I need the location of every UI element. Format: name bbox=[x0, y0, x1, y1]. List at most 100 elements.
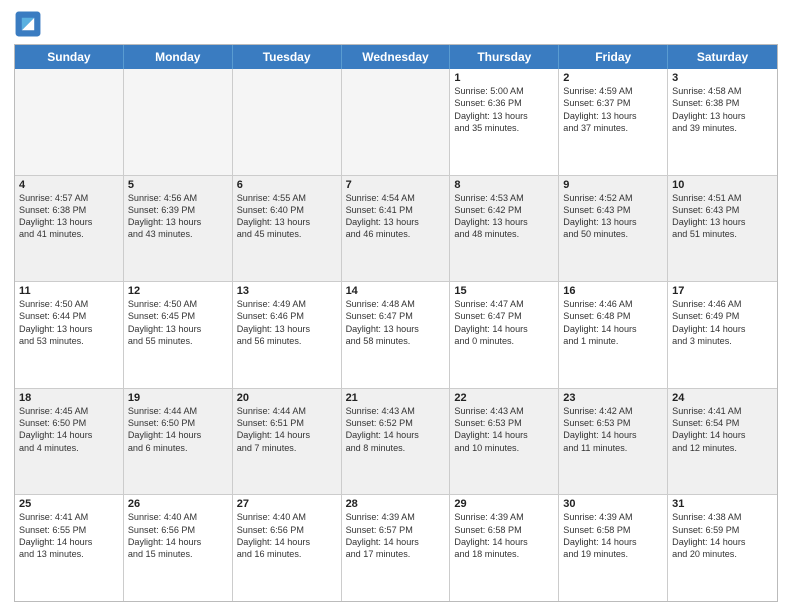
day-number: 23 bbox=[563, 392, 663, 404]
day-info: Sunrise: 4:50 AM Sunset: 6:45 PM Dayligh… bbox=[128, 298, 228, 347]
calendar-cell: 24Sunrise: 4:41 AM Sunset: 6:54 PM Dayli… bbox=[668, 389, 777, 495]
day-number: 6 bbox=[237, 179, 337, 191]
day-number: 13 bbox=[237, 285, 337, 297]
calendar-cell: 10Sunrise: 4:51 AM Sunset: 6:43 PM Dayli… bbox=[668, 176, 777, 282]
day-number: 20 bbox=[237, 392, 337, 404]
calendar-cell: 12Sunrise: 4:50 AM Sunset: 6:45 PM Dayli… bbox=[124, 282, 233, 388]
day-number: 11 bbox=[19, 285, 119, 297]
day-number: 8 bbox=[454, 179, 554, 191]
header-day-sunday: Sunday bbox=[15, 45, 124, 69]
calendar-cell: 22Sunrise: 4:43 AM Sunset: 6:53 PM Dayli… bbox=[450, 389, 559, 495]
calendar-cell: 9Sunrise: 4:52 AM Sunset: 6:43 PM Daylig… bbox=[559, 176, 668, 282]
day-info: Sunrise: 4:43 AM Sunset: 6:52 PM Dayligh… bbox=[346, 405, 446, 454]
day-info: Sunrise: 4:49 AM Sunset: 6:46 PM Dayligh… bbox=[237, 298, 337, 347]
day-number: 15 bbox=[454, 285, 554, 297]
header-day-monday: Monday bbox=[124, 45, 233, 69]
day-number: 22 bbox=[454, 392, 554, 404]
day-number: 29 bbox=[454, 498, 554, 510]
day-info: Sunrise: 4:41 AM Sunset: 6:54 PM Dayligh… bbox=[672, 405, 773, 454]
logo bbox=[14, 10, 46, 38]
calendar-cell: 20Sunrise: 4:44 AM Sunset: 6:51 PM Dayli… bbox=[233, 389, 342, 495]
calendar-cell: 3Sunrise: 4:58 AM Sunset: 6:38 PM Daylig… bbox=[668, 69, 777, 175]
calendar-cell bbox=[124, 69, 233, 175]
calendar-cell: 4Sunrise: 4:57 AM Sunset: 6:38 PM Daylig… bbox=[15, 176, 124, 282]
calendar-cell: 6Sunrise: 4:55 AM Sunset: 6:40 PM Daylig… bbox=[233, 176, 342, 282]
calendar-row-5: 25Sunrise: 4:41 AM Sunset: 6:55 PM Dayli… bbox=[15, 495, 777, 601]
calendar-cell bbox=[342, 69, 451, 175]
day-info: Sunrise: 4:40 AM Sunset: 6:56 PM Dayligh… bbox=[128, 511, 228, 560]
day-number: 14 bbox=[346, 285, 446, 297]
day-number: 25 bbox=[19, 498, 119, 510]
calendar-cell: 30Sunrise: 4:39 AM Sunset: 6:58 PM Dayli… bbox=[559, 495, 668, 601]
day-number: 26 bbox=[128, 498, 228, 510]
day-info: Sunrise: 4:39 AM Sunset: 6:58 PM Dayligh… bbox=[454, 511, 554, 560]
calendar-cell: 15Sunrise: 4:47 AM Sunset: 6:47 PM Dayli… bbox=[450, 282, 559, 388]
calendar-row-4: 18Sunrise: 4:45 AM Sunset: 6:50 PM Dayli… bbox=[15, 389, 777, 496]
day-info: Sunrise: 4:38 AM Sunset: 6:59 PM Dayligh… bbox=[672, 511, 773, 560]
day-number: 31 bbox=[672, 498, 773, 510]
day-info: Sunrise: 4:52 AM Sunset: 6:43 PM Dayligh… bbox=[563, 192, 663, 241]
day-info: Sunrise: 4:44 AM Sunset: 6:51 PM Dayligh… bbox=[237, 405, 337, 454]
day-number: 9 bbox=[563, 179, 663, 191]
day-info: Sunrise: 4:40 AM Sunset: 6:56 PM Dayligh… bbox=[237, 511, 337, 560]
header-day-friday: Friday bbox=[559, 45, 668, 69]
day-number: 28 bbox=[346, 498, 446, 510]
day-info: Sunrise: 4:58 AM Sunset: 6:38 PM Dayligh… bbox=[672, 85, 773, 134]
calendar: SundayMondayTuesdayWednesdayThursdayFrid… bbox=[14, 44, 778, 602]
day-info: Sunrise: 4:39 AM Sunset: 6:57 PM Dayligh… bbox=[346, 511, 446, 560]
logo-icon bbox=[14, 10, 42, 38]
day-info: Sunrise: 4:50 AM Sunset: 6:44 PM Dayligh… bbox=[19, 298, 119, 347]
calendar-row-1: 1Sunrise: 5:00 AM Sunset: 6:36 PM Daylig… bbox=[15, 69, 777, 176]
calendar-cell: 26Sunrise: 4:40 AM Sunset: 6:56 PM Dayli… bbox=[124, 495, 233, 601]
calendar-cell: 14Sunrise: 4:48 AM Sunset: 6:47 PM Dayli… bbox=[342, 282, 451, 388]
calendar-cell: 16Sunrise: 4:46 AM Sunset: 6:48 PM Dayli… bbox=[559, 282, 668, 388]
day-info: Sunrise: 4:41 AM Sunset: 6:55 PM Dayligh… bbox=[19, 511, 119, 560]
day-number: 16 bbox=[563, 285, 663, 297]
day-info: Sunrise: 4:44 AM Sunset: 6:50 PM Dayligh… bbox=[128, 405, 228, 454]
calendar-cell: 21Sunrise: 4:43 AM Sunset: 6:52 PM Dayli… bbox=[342, 389, 451, 495]
day-info: Sunrise: 4:53 AM Sunset: 6:42 PM Dayligh… bbox=[454, 192, 554, 241]
calendar-cell bbox=[233, 69, 342, 175]
day-number: 18 bbox=[19, 392, 119, 404]
calendar-cell: 31Sunrise: 4:38 AM Sunset: 6:59 PM Dayli… bbox=[668, 495, 777, 601]
header-day-tuesday: Tuesday bbox=[233, 45, 342, 69]
day-info: Sunrise: 4:46 AM Sunset: 6:49 PM Dayligh… bbox=[672, 298, 773, 347]
calendar-cell: 19Sunrise: 4:44 AM Sunset: 6:50 PM Dayli… bbox=[124, 389, 233, 495]
day-info: Sunrise: 4:42 AM Sunset: 6:53 PM Dayligh… bbox=[563, 405, 663, 454]
calendar-cell: 29Sunrise: 4:39 AM Sunset: 6:58 PM Dayli… bbox=[450, 495, 559, 601]
header-day-thursday: Thursday bbox=[450, 45, 559, 69]
day-number: 10 bbox=[672, 179, 773, 191]
calendar-cell: 17Sunrise: 4:46 AM Sunset: 6:49 PM Dayli… bbox=[668, 282, 777, 388]
calendar-cell: 8Sunrise: 4:53 AM Sunset: 6:42 PM Daylig… bbox=[450, 176, 559, 282]
day-info: Sunrise: 4:45 AM Sunset: 6:50 PM Dayligh… bbox=[19, 405, 119, 454]
calendar-row-3: 11Sunrise: 4:50 AM Sunset: 6:44 PM Dayli… bbox=[15, 282, 777, 389]
calendar-cell: 23Sunrise: 4:42 AM Sunset: 6:53 PM Dayli… bbox=[559, 389, 668, 495]
day-info: Sunrise: 4:55 AM Sunset: 6:40 PM Dayligh… bbox=[237, 192, 337, 241]
calendar-cell: 18Sunrise: 4:45 AM Sunset: 6:50 PM Dayli… bbox=[15, 389, 124, 495]
calendar-cell: 5Sunrise: 4:56 AM Sunset: 6:39 PM Daylig… bbox=[124, 176, 233, 282]
day-number: 27 bbox=[237, 498, 337, 510]
day-info: Sunrise: 5:00 AM Sunset: 6:36 PM Dayligh… bbox=[454, 85, 554, 134]
header-day-saturday: Saturday bbox=[668, 45, 777, 69]
header bbox=[14, 10, 778, 38]
day-number: 4 bbox=[19, 179, 119, 191]
day-number: 24 bbox=[672, 392, 773, 404]
day-number: 12 bbox=[128, 285, 228, 297]
calendar-cell bbox=[15, 69, 124, 175]
calendar-cell: 11Sunrise: 4:50 AM Sunset: 6:44 PM Dayli… bbox=[15, 282, 124, 388]
day-number: 2 bbox=[563, 72, 663, 84]
day-info: Sunrise: 4:43 AM Sunset: 6:53 PM Dayligh… bbox=[454, 405, 554, 454]
day-info: Sunrise: 4:57 AM Sunset: 6:38 PM Dayligh… bbox=[19, 192, 119, 241]
calendar-cell: 28Sunrise: 4:39 AM Sunset: 6:57 PM Dayli… bbox=[342, 495, 451, 601]
calendar-cell: 25Sunrise: 4:41 AM Sunset: 6:55 PM Dayli… bbox=[15, 495, 124, 601]
day-number: 5 bbox=[128, 179, 228, 191]
day-number: 21 bbox=[346, 392, 446, 404]
header-day-wednesday: Wednesday bbox=[342, 45, 451, 69]
day-info: Sunrise: 4:59 AM Sunset: 6:37 PM Dayligh… bbox=[563, 85, 663, 134]
day-info: Sunrise: 4:54 AM Sunset: 6:41 PM Dayligh… bbox=[346, 192, 446, 241]
day-number: 1 bbox=[454, 72, 554, 84]
day-info: Sunrise: 4:56 AM Sunset: 6:39 PM Dayligh… bbox=[128, 192, 228, 241]
calendar-header: SundayMondayTuesdayWednesdayThursdayFrid… bbox=[15, 45, 777, 69]
calendar-body: 1Sunrise: 5:00 AM Sunset: 6:36 PM Daylig… bbox=[15, 69, 777, 601]
calendar-cell: 7Sunrise: 4:54 AM Sunset: 6:41 PM Daylig… bbox=[342, 176, 451, 282]
